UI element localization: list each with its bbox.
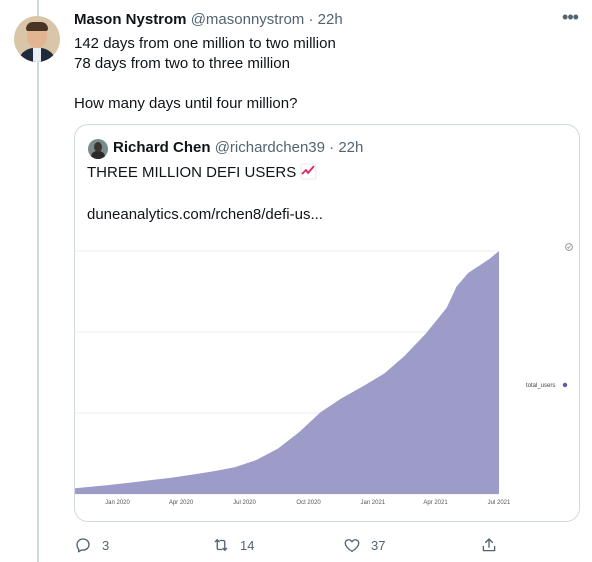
tweet-line: 78 days from two to three million <box>74 55 290 72</box>
quoted-tweet[interactable]: Richard Chen @richardchen39 · 22h THREE … <box>74 124 580 522</box>
quoted-text: THREE MILLION DEFI USERS <box>87 163 317 186</box>
x-tick-label: Jan 2020 <box>105 500 130 506</box>
heart-icon <box>344 539 360 553</box>
quoted-avatar[interactable] <box>88 139 108 159</box>
legend-label: total_users <box>526 383 555 389</box>
chart-image: Jan 2020 Apr 2020 Jul 2020 Oct 2020 Jan 2021… <box>75 241 579 521</box>
total-users-area <box>75 251 499 494</box>
tweet-header: Mason Nystrom @masonnystrom · 22h <box>74 11 343 29</box>
x-tick-label: Jan 2021 <box>360 500 385 506</box>
camera-icon <box>565 243 573 251</box>
quoted-header: Richard Chen @richardchen39 · 22h <box>113 139 363 157</box>
quoted-author-handle: @richardchen39 <box>214 139 325 156</box>
tweet-line <box>74 74 574 94</box>
tweet-actions: 3 14 37 <box>74 533 504 557</box>
reply-count: 3 <box>102 537 110 553</box>
chart-increasing-icon <box>300 163 317 186</box>
quoted-author-name: Richard Chen <box>113 139 211 156</box>
quoted-text-content: THREE MILLION DEFI USERS <box>87 164 297 181</box>
x-tick-label: Jul 2021 <box>488 500 511 506</box>
avatar[interactable] <box>14 16 60 62</box>
tweet-line: How many days until four million? <box>74 95 298 112</box>
tweet-time[interactable]: 22h <box>318 11 343 28</box>
separator-dot: · <box>308 11 314 28</box>
separator-dot: · <box>329 139 335 156</box>
reply-button[interactable]: 3 <box>74 533 109 557</box>
tweet-text: 142 days from one million to two million… <box>74 34 574 114</box>
x-tick-label: Apr 2020 <box>169 500 194 506</box>
tweet-line: 142 days from one million to two million <box>74 35 336 52</box>
more-options-icon[interactable]: ••• <box>560 8 580 30</box>
legend-dot <box>562 382 568 388</box>
share-button[interactable] <box>480 533 508 557</box>
x-tick-label: Apr 2021 <box>423 500 448 506</box>
quoted-time: 22h <box>338 139 364 156</box>
x-tick-label: Jul 2020 <box>233 500 256 506</box>
retweet-count: 14 <box>240 537 255 553</box>
total-users-chart: Jan 2020 Apr 2020 Jul 2020 Oct 2020 Jan 2021… <box>75 243 573 506</box>
like-button[interactable]: 37 <box>343 533 385 557</box>
thread-line <box>37 62 39 562</box>
share-icon <box>482 538 496 552</box>
author-name[interactable]: Mason Nystrom <box>74 11 187 28</box>
retweet-button[interactable]: 14 <box>212 533 254 557</box>
quoted-link[interactable]: duneanalytics.com/rchen8/defi-us... <box>87 205 323 225</box>
like-count: 37 <box>371 537 386 553</box>
retweet-icon <box>214 539 228 551</box>
reply-icon <box>76 538 90 553</box>
x-tick-label: Oct 2020 <box>296 500 321 506</box>
author-handle[interactable]: @masonnystrom <box>191 11 305 28</box>
